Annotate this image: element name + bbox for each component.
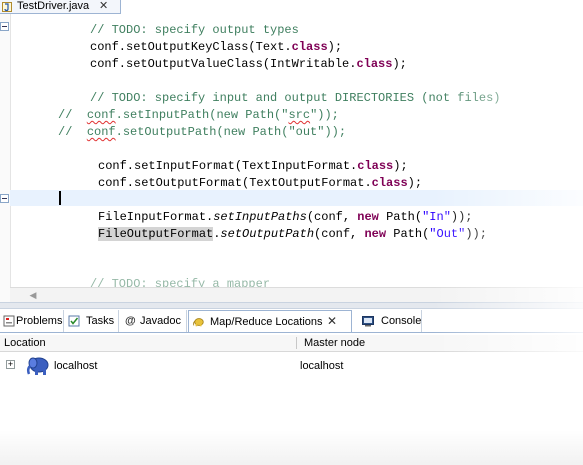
close-icon[interactable]: ✕ xyxy=(99,0,108,13)
location-cell: localhost xyxy=(54,360,98,372)
fold-marker-icon[interactable] xyxy=(0,194,9,203)
tab-label: Map/Reduce Locations xyxy=(210,316,323,328)
editor-tab-testdriver[interactable]: TestDriver.java ✕ xyxy=(0,0,121,14)
table-header: Location Master node xyxy=(0,335,583,352)
edge-fade-overlay xyxy=(0,430,583,465)
code-line: // TODO: specify input and output DIRECT… xyxy=(90,91,501,105)
editor-tab-bar: TestDriver.java ✕ xyxy=(0,0,583,14)
master-node-cell: localhost xyxy=(300,360,344,372)
column-header-location[interactable]: Location xyxy=(4,336,46,351)
elephant-icon xyxy=(193,318,204,327)
code-line: conf.setInputFormat(TextInputFormat.clas… xyxy=(98,159,408,173)
hadoop-elephant-icon xyxy=(26,357,49,375)
code-line: conf.setOutputValueClass(IntWritable.cla… xyxy=(90,57,407,71)
tab-label: Javadoc xyxy=(140,315,181,327)
code-line: conf.setOutputKeyClass(Text.class); xyxy=(90,40,343,54)
fold-marker-icon[interactable] xyxy=(0,22,9,31)
editor-tab-label: TestDriver.java xyxy=(17,0,90,12)
table-row[interactable]: + localhost localhost xyxy=(0,355,583,377)
tab-console[interactable]: Console xyxy=(356,310,422,332)
tab-label: Tasks xyxy=(86,315,115,327)
code-line: // conf.setInputPath(new Path("src")); xyxy=(58,108,339,122)
tab-map-reduce-locations[interactable]: Map/Reduce Locations ✕ xyxy=(188,310,352,332)
code-line: FileInputFormat.setInputPaths(conf, new … xyxy=(98,210,473,224)
text-caret xyxy=(59,191,61,205)
javadoc-icon: @ xyxy=(125,315,136,327)
expand-icon[interactable]: + xyxy=(6,360,15,369)
tab-problems[interactable]: Problems xyxy=(0,310,64,332)
tab-tasks[interactable]: Tasks xyxy=(65,310,119,332)
console-icon xyxy=(362,316,374,327)
code-line: conf.setOutputFormat(TextOutputFormat.cl… xyxy=(98,176,423,190)
panel-divider[interactable] xyxy=(0,302,583,309)
code-line: FileOutputFormat.setOutputPath(conf, new… xyxy=(98,227,487,241)
java-file-icon xyxy=(2,2,12,12)
code-line: // TODO: specify output types xyxy=(90,23,299,37)
view-tab-bar: Problems Tasks @ Javadoc Map/Reduce Loca… xyxy=(0,309,583,333)
code-editor[interactable]: TestDriver.java ✕ // TODO: specify outpu… xyxy=(0,0,583,302)
column-divider[interactable] xyxy=(296,337,297,349)
tab-javadoc[interactable]: @ Javadoc xyxy=(120,310,187,332)
horizontal-scrollbar[interactable]: ◀ xyxy=(10,287,583,302)
close-icon[interactable]: ✕ xyxy=(327,314,337,328)
tab-label: Problems xyxy=(16,315,63,327)
tasks-icon xyxy=(68,315,80,327)
code-line: // conf.setOutputPath(new Path("out")); xyxy=(58,125,347,139)
problems-icon xyxy=(3,315,15,327)
column-header-master-node[interactable]: Master node xyxy=(304,336,365,351)
left-ruler xyxy=(0,14,11,302)
current-line-highlight xyxy=(10,190,583,206)
tab-label: Console xyxy=(381,315,422,327)
scroll-left-icon[interactable]: ◀ xyxy=(28,290,38,300)
